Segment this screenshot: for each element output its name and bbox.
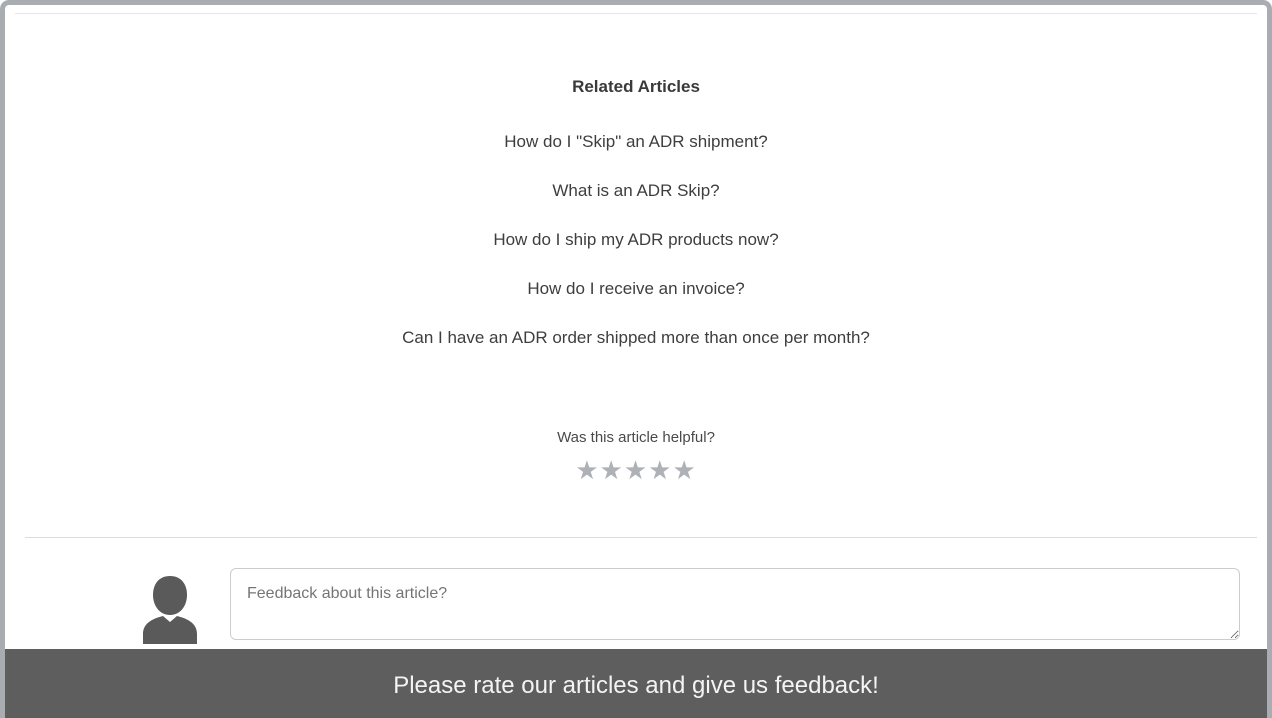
related-articles-heading: Related Articles bbox=[572, 77, 700, 96]
related-article-link[interactable]: Can I have an ADR order shipped more tha… bbox=[402, 328, 870, 347]
star-icon[interactable]: ★ bbox=[600, 455, 624, 485]
star-icon[interactable]: ★ bbox=[575, 455, 599, 485]
list-item: Can I have an ADR order shipped more tha… bbox=[5, 325, 1267, 374]
feedback-banner: Please rate our articles and give us fee… bbox=[5, 649, 1267, 718]
list-item: How do I ship my ADR products now? bbox=[5, 227, 1267, 276]
user-avatar-icon bbox=[143, 576, 197, 644]
helpful-question: Was this article helpful? bbox=[557, 429, 715, 446]
star-icon[interactable]: ★ bbox=[624, 455, 648, 485]
related-article-link[interactable]: What is an ADR Skip? bbox=[552, 181, 719, 200]
star-icon[interactable]: ★ bbox=[672, 455, 696, 485]
related-article-link[interactable]: How do I receive an invoice? bbox=[527, 279, 744, 298]
list-item: How do I receive an invoice? bbox=[5, 276, 1267, 325]
related-articles-list: How do I "Skip" an ADR shipment? What is… bbox=[5, 129, 1267, 374]
star-icon[interactable]: ★ bbox=[648, 455, 672, 485]
section-divider bbox=[25, 537, 1257, 538]
top-divider bbox=[15, 13, 1257, 14]
article-footer-panel: Related Articles How do I "Skip" an ADR … bbox=[0, 0, 1272, 718]
feedback-input[interactable] bbox=[230, 568, 1240, 640]
list-item: What is an ADR Skip? bbox=[5, 178, 1267, 227]
star-rating[interactable]: ★★★★★ bbox=[5, 455, 1267, 485]
related-article-link[interactable]: How do I "Skip" an ADR shipment? bbox=[504, 132, 767, 151]
related-article-link[interactable]: How do I ship my ADR products now? bbox=[493, 230, 778, 249]
list-item: How do I "Skip" an ADR shipment? bbox=[5, 129, 1267, 178]
